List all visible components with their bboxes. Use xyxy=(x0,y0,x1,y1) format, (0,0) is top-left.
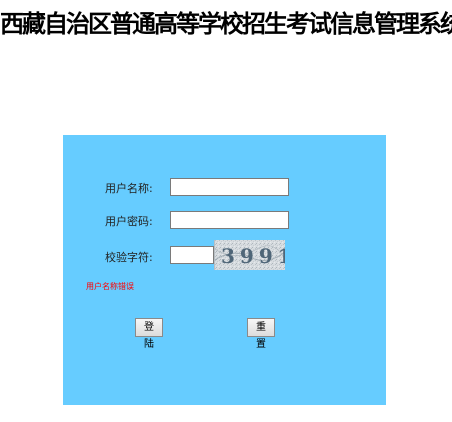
captcha-label: 校验字符: xyxy=(105,251,153,264)
captcha-code: 3991 xyxy=(221,244,285,268)
password-label: 用户密码: xyxy=(105,215,153,228)
captcha-input[interactable] xyxy=(170,246,214,264)
username-label: 用户名称: xyxy=(105,182,153,195)
captcha-image[interactable]: 3991 xyxy=(214,240,285,270)
error-message: 用户名称错误 xyxy=(86,282,134,291)
username-input[interactable] xyxy=(170,178,289,196)
reset-button[interactable]: 重置 xyxy=(247,318,275,350)
login-panel: 用户名称: 用户密码: 校验字符: 3991 用户名称错误 登陆 重置 xyxy=(63,135,386,405)
login-button[interactable]: 登陆 xyxy=(135,318,163,350)
password-input[interactable] xyxy=(170,211,289,229)
page-title: 西藏自治区普通高等学校招生考试信息管理系统 xyxy=(0,10,452,38)
